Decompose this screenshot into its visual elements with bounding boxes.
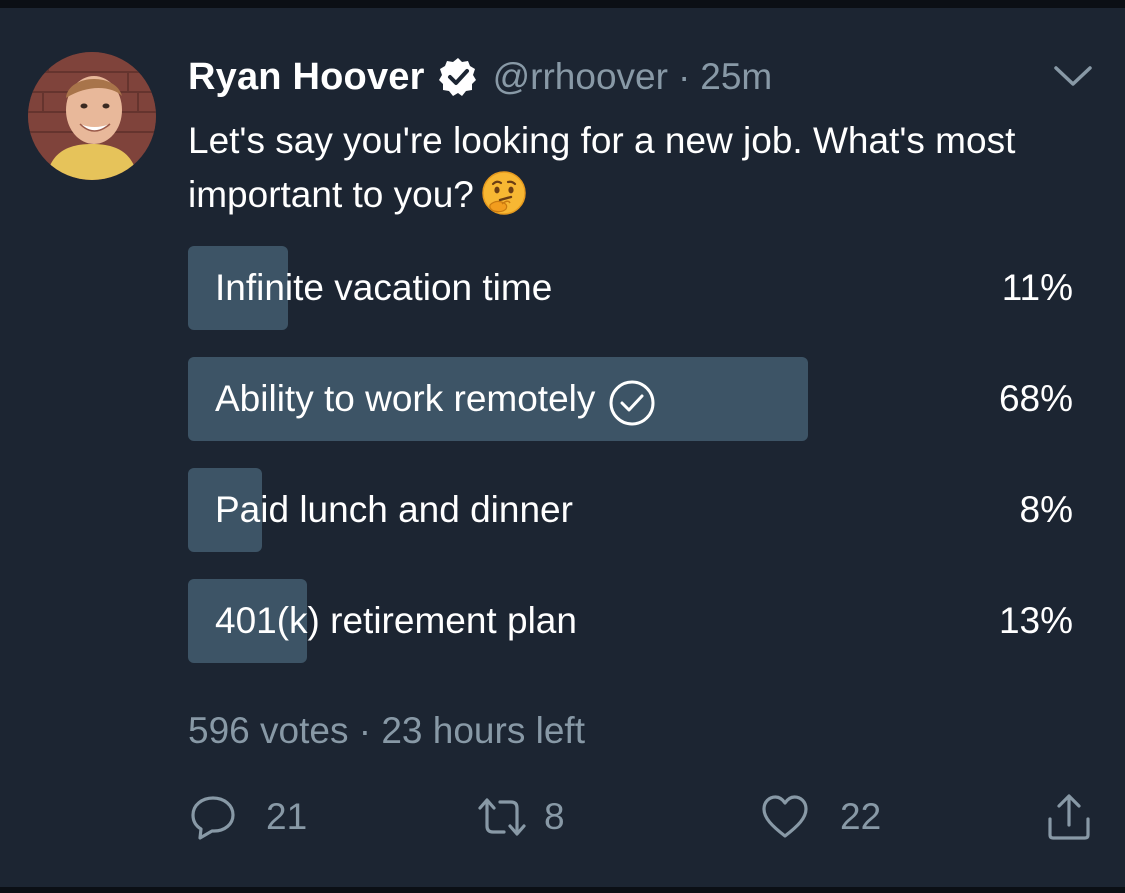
like-count: 22 xyxy=(840,796,882,837)
poll-option-percent: 8% xyxy=(1019,489,1073,530)
poll-option-text: Paid lunch and dinner xyxy=(215,489,573,530)
poll-option-lunch[interactable]: Paid lunch and dinner 8% xyxy=(188,468,1073,552)
window-top-border xyxy=(0,0,1125,8)
reply-count: 21 xyxy=(266,796,308,837)
poll-vote-count: 596 votes xyxy=(188,710,349,751)
poll-option-text: Ability to work remotely xyxy=(215,378,596,419)
poll-option-text: Infinite vacation time xyxy=(215,267,553,308)
tweet-actions: 21 8 22 xyxy=(188,790,1098,844)
header-separator: · xyxy=(677,56,691,97)
verified-badge-icon xyxy=(437,56,479,98)
poll-option-percent: 68% xyxy=(998,378,1073,419)
user-handle[interactable]: @rrhoover xyxy=(493,56,668,98)
tweet-header: Ryan Hoover @rrhoover · 25m xyxy=(188,52,772,102)
thinking-face-icon xyxy=(480,169,528,217)
avatar[interactable] xyxy=(28,52,156,180)
avatar-image xyxy=(28,52,156,180)
tweet-text: Let's say you're looking for a new job. … xyxy=(188,114,1088,222)
poll-option-percent: 13% xyxy=(998,600,1073,641)
check-circle-icon xyxy=(607,374,657,426)
share-icon xyxy=(1048,794,1090,840)
poll-option-remote[interactable]: Ability to work remotely 68% xyxy=(188,357,1073,441)
poll: Infinite vacation time 11% Ability to wo… xyxy=(188,246,1073,690)
poll-option-label: Infinite vacation time xyxy=(215,246,552,330)
poll-option-label: Ability to work remotely xyxy=(215,357,657,441)
display-name[interactable]: Ryan Hoover xyxy=(188,56,425,99)
tweet-body: Let's say you're looking for a new job. … xyxy=(188,120,1016,215)
chevron-down-icon[interactable] xyxy=(1052,60,1094,92)
poll-meta-separator: · xyxy=(358,710,372,751)
share-button[interactable] xyxy=(1044,790,1094,844)
retweet-button[interactable]: 8 xyxy=(474,790,565,844)
poll-option-401k[interactable]: 401(k) retirement plan 13% xyxy=(188,579,1073,663)
like-button[interactable]: 22 xyxy=(760,790,881,844)
poll-option-text: 401(k) retirement plan xyxy=(215,600,577,641)
poll-meta: 596 votes · 23 hours left xyxy=(188,710,585,752)
window-bottom-border xyxy=(0,887,1125,893)
poll-time-left: 23 hours left xyxy=(381,710,585,751)
reply-icon xyxy=(191,796,235,840)
poll-option-label: Paid lunch and dinner xyxy=(215,468,573,552)
poll-option-vacation[interactable]: Infinite vacation time 11% xyxy=(188,246,1073,330)
poll-option-label: 401(k) retirement plan xyxy=(215,579,577,663)
poll-option-percent: 11% xyxy=(1001,267,1073,308)
reply-button[interactable]: 21 xyxy=(188,790,307,844)
heart-icon xyxy=(762,795,808,838)
tweet-timestamp[interactable]: 25m xyxy=(700,56,772,98)
retweet-count: 8 xyxy=(544,796,565,837)
retweet-icon xyxy=(478,798,526,836)
